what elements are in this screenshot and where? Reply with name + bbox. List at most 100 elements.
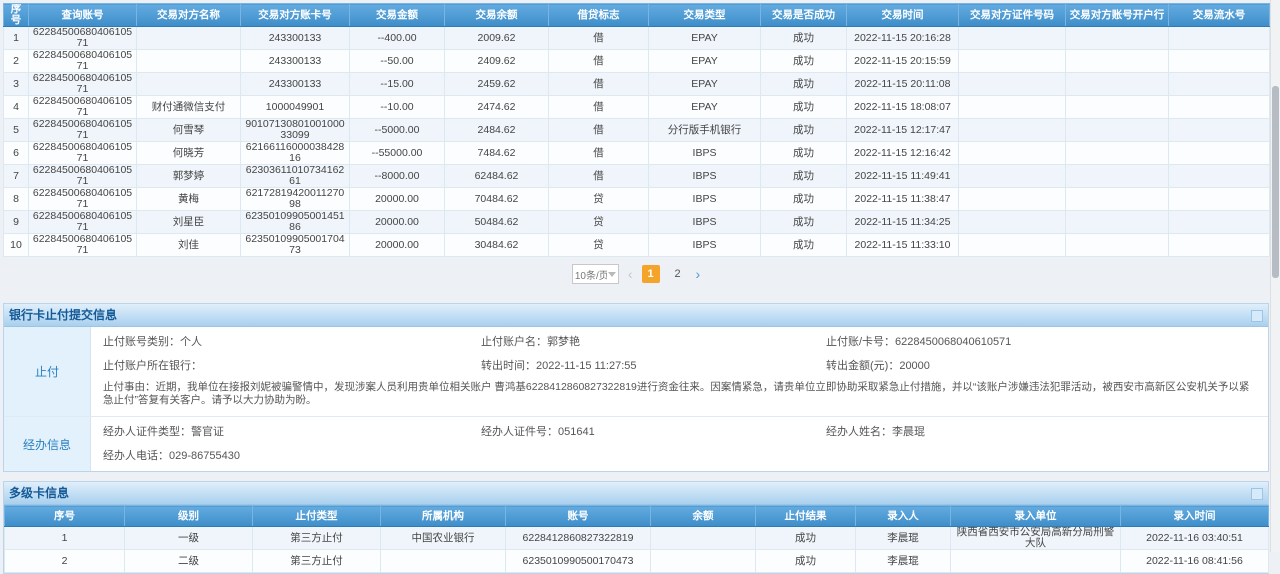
column-header: 交易对方名称	[137, 4, 241, 27]
cell-counterparty-card: 6230361101073416261	[241, 165, 350, 188]
cell-entry-unit: 陕西省西安市公安局高新分局刑警大队	[951, 527, 1121, 550]
cell-entry-time: 2022-11-16 08:41:56	[1121, 550, 1269, 573]
cell-index: 1	[4, 27, 29, 50]
field-account-name: 止付账户名：郭梦艳	[481, 330, 826, 354]
transactions-table: 序号查询账号交易对方名称交易对方账卡号交易金额交易余额借贷标志交易类型交易是否成…	[3, 3, 1270, 257]
multi-card-header-row: 序号级别止付类型所属机构账号余额止付结果录入人录入单位录入时间	[5, 506, 1269, 527]
cell-index: 5	[4, 119, 29, 142]
panel-title-text: 多级卡信息	[9, 486, 69, 500]
cell-opening-bank	[1066, 234, 1169, 257]
table-row[interactable]: 1 一级 第三方止付 中国农业银行 6228412860827322819 成功…	[5, 527, 1269, 550]
cell-time: 2022-11-15 11:38:47	[847, 188, 959, 211]
cell-index: 4	[4, 96, 29, 119]
cell-debit-flag: 贷	[549, 188, 649, 211]
cell-amount: 20000.00	[350, 234, 445, 257]
cell-serial-number	[1169, 96, 1270, 119]
cell-type: EPAY	[649, 50, 761, 73]
cell-amount: 20000.00	[350, 211, 445, 234]
cell-counterparty-card: 6235010990500170473	[241, 234, 350, 257]
cell-balance: 62484.62	[445, 165, 549, 188]
table-row[interactable]: 4 6228450068040610571 财付通微信支付 1000049901…	[4, 96, 1270, 119]
cell-level: 一级	[125, 527, 253, 550]
cell-balance: 70484.62	[445, 188, 549, 211]
page-button-1[interactable]: 1	[642, 265, 660, 283]
table-row[interactable]: 2 二级 第三方止付 6235010990500170473 成功 李晨琨 20…	[5, 550, 1269, 573]
cell-entry-unit	[951, 550, 1121, 573]
cell-time: 2022-11-15 11:33:10	[847, 234, 959, 257]
table-row[interactable]: 2 6228450068040610571 243300133 --50.00 …	[4, 50, 1270, 73]
column-header: 交易金额	[350, 4, 445, 27]
scrollbar-thumb[interactable]	[1272, 86, 1279, 278]
cell-query-account: 6228450068040610571	[29, 27, 137, 50]
cell-query-account: 6228450068040610571	[29, 211, 137, 234]
cell-debit-flag: 借	[549, 165, 649, 188]
table-row[interactable]: 1 6228450068040610571 243300133 --400.00…	[4, 27, 1270, 50]
cell-balance: 2009.62	[445, 27, 549, 50]
column-header: 止付类型	[253, 506, 381, 527]
cell-balance: 30484.62	[445, 234, 549, 257]
cell-type: EPAY	[649, 27, 761, 50]
column-header: 余额	[651, 506, 756, 527]
field-handler-phone: 经办人电话：029-86755430	[103, 444, 481, 468]
cell-serial-number	[1169, 211, 1270, 234]
column-header: 交易余额	[445, 4, 549, 27]
cell-opening-bank	[1066, 73, 1169, 96]
collapse-icon[interactable]	[1251, 488, 1263, 500]
cell-type: IBPS	[649, 165, 761, 188]
cell-account: 6235010990500170473	[506, 550, 651, 573]
cell-serial-number	[1169, 27, 1270, 50]
cell-debit-flag: 借	[549, 73, 649, 96]
column-header: 查询账号	[29, 4, 137, 27]
cell-account: 6228412860827322819	[506, 527, 651, 550]
table-row[interactable]: 9 6228450068040610571 刘星臣 62350109905001…	[4, 211, 1270, 234]
table-row[interactable]: 8 6228450068040610571 黄梅 621728194200112…	[4, 188, 1270, 211]
page-size-select[interactable]: 10条/页	[572, 264, 619, 284]
cell-opening-bank	[1066, 119, 1169, 142]
table-row[interactable]: 6 6228450068040610571 何晓芳 62166116000038…	[4, 142, 1270, 165]
cell-balance: 50484.62	[445, 211, 549, 234]
cell-time: 2022-11-15 11:34:25	[847, 211, 959, 234]
cell-query-account: 6228450068040610571	[29, 73, 137, 96]
cell-counterparty-name	[137, 27, 241, 50]
page-button-2[interactable]: 2	[669, 265, 687, 283]
collapse-icon[interactable]	[1251, 310, 1263, 322]
vertical-scrollbar[interactable]	[1270, 0, 1280, 552]
stop-field-row-2: 止付账户所在银行： 转出时间：2022-11-15 11:27:55 转出金额(…	[103, 354, 1260, 378]
stop-payment-section: 止付 止付账号类别：个人 止付账户名：郭梦艳 止付账/卡号：6228450068…	[4, 327, 1268, 417]
table-row[interactable]: 5 6228450068040610571 何雪琴 90107130801001…	[4, 119, 1270, 142]
cell-balance	[651, 550, 756, 573]
table-row[interactable]: 3 6228450068040610571 243300133 --15.00 …	[4, 73, 1270, 96]
cell-opening-bank	[1066, 211, 1169, 234]
multi-card-panel: 多级卡信息 序号级别止付类型所属机构账号余额止付结果录入人录入单位录入时间	[3, 481, 1269, 574]
table-row[interactable]: 7 6228450068040610571 郭梦婷 62303611010734…	[4, 165, 1270, 188]
cell-success: 成功	[761, 142, 847, 165]
cell-balance: 2474.62	[445, 96, 549, 119]
cell-debit-flag: 借	[549, 27, 649, 50]
cell-index: 7	[4, 165, 29, 188]
cell-opening-bank	[1066, 96, 1169, 119]
column-header: 止付结果	[756, 506, 856, 527]
next-page-button[interactable]: ›	[696, 265, 701, 283]
cell-counterparty-name: 何晓芳	[137, 142, 241, 165]
field-handler-name: 经办人姓名：李晨琨	[826, 420, 1260, 444]
cell-type: EPAY	[649, 73, 761, 96]
cell-success: 成功	[761, 73, 847, 96]
cell-type: 分行版手机银行	[649, 119, 761, 142]
column-header: 交易对方证件号码	[959, 4, 1066, 27]
cell-query-account: 6228450068040610571	[29, 50, 137, 73]
prev-page-button[interactable]: ‹	[628, 265, 633, 283]
cell-debit-flag: 借	[549, 119, 649, 142]
cell-counterparty-card: 1000049901	[241, 96, 350, 119]
column-header: 级别	[125, 506, 253, 527]
cell-id-number	[959, 27, 1066, 50]
cell-success: 成功	[761, 211, 847, 234]
cell-stop-type: 第三方止付	[253, 550, 381, 573]
stop-section-content: 止付账号类别：个人 止付账户名：郭梦艳 止付账/卡号：6228450068040…	[91, 327, 1268, 416]
table-row[interactable]: 10 6228450068040610571 刘佳 62350109905001…	[4, 234, 1270, 257]
cell-index: 9	[4, 211, 29, 234]
cell-entry-time: 2022-11-16 03:40:51	[1121, 527, 1269, 550]
cell-serial-number	[1169, 165, 1270, 188]
field-account-category: 止付账号类别：个人	[103, 330, 481, 354]
cell-counterparty-card: 243300133	[241, 50, 350, 73]
cell-entry-person: 李晨琨	[856, 527, 951, 550]
